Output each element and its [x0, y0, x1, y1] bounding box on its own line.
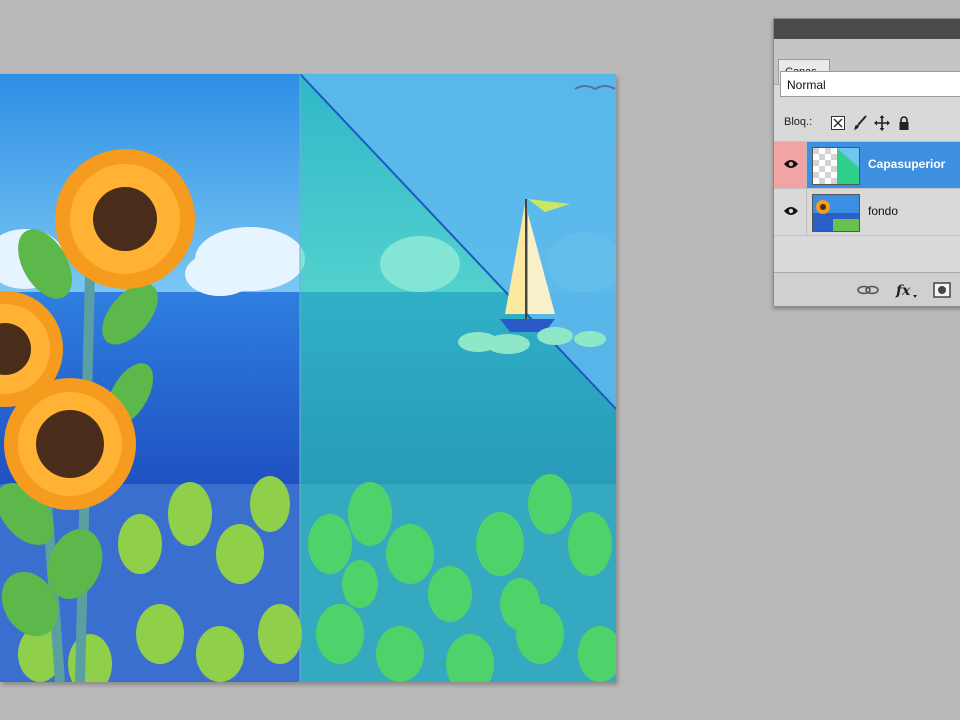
layer-thumbnail [812, 147, 860, 185]
lock-brush-icon[interactable] [852, 115, 868, 131]
lock-row: Bloq.: [774, 107, 960, 139]
panel-footer: fx [774, 272, 960, 306]
eye-icon[interactable] [783, 157, 799, 171]
svg-text:fx: fx [895, 283, 911, 299]
lock-move-icon[interactable] [874, 115, 890, 131]
link-icon[interactable] [856, 281, 880, 299]
layer-name[interactable]: Capasuperior [868, 157, 945, 171]
lock-transparent-icon[interactable] [830, 115, 846, 131]
layer-row-capasuperior[interactable]: Capasuperior [774, 141, 960, 188]
visibility-toggle[interactable] [774, 142, 807, 188]
lock-label: Bloq.: [784, 116, 813, 128]
layer-name[interactable]: fondo [868, 204, 898, 218]
fx-icon[interactable]: fx [894, 281, 918, 299]
eye-icon[interactable] [783, 204, 799, 218]
layer-thumbnail [812, 194, 860, 232]
lock-all-icon[interactable] [896, 115, 912, 131]
layers-empty-area [774, 235, 960, 273]
blend-mode-select[interactable]: Normal [780, 71, 960, 97]
layers-panel: Capas Normal Bloq.: [773, 18, 960, 307]
visibility-toggle[interactable] [774, 189, 807, 235]
mask-icon[interactable] [932, 281, 952, 299]
panel-title-bar[interactable] [774, 19, 960, 39]
layer-row-fondo[interactable]: fondo [774, 188, 960, 235]
canvas-artwork [0, 74, 616, 682]
document-canvas[interactable] [0, 74, 616, 682]
